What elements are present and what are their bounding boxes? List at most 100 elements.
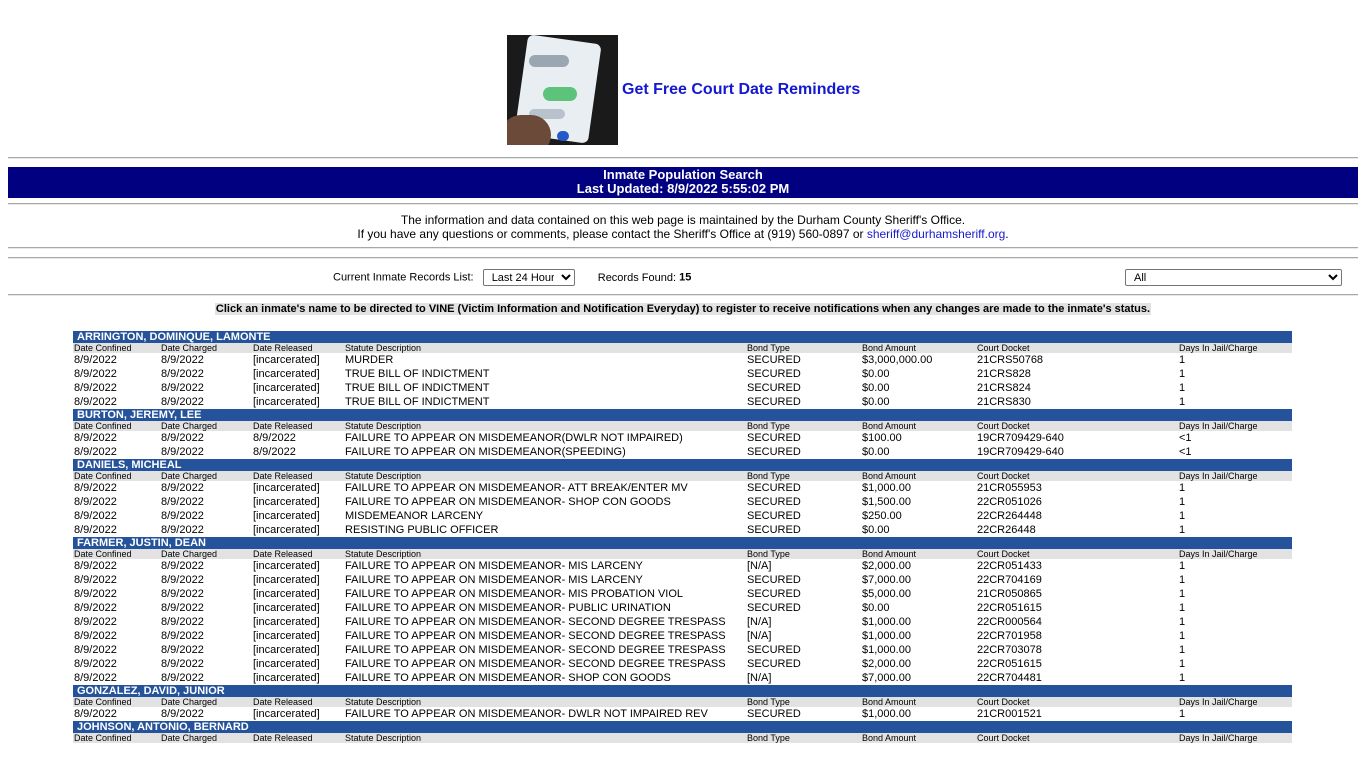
column-header-date-charged: Date Charged (161, 697, 218, 707)
bond-type: SECURED (747, 354, 801, 366)
column-header-statute-description: Statute Description (345, 733, 422, 743)
court-docket: 22CR051615 (977, 658, 1042, 670)
date-charged: 8/9/2022 (161, 382, 204, 394)
bond-type: [N/A] (747, 630, 772, 642)
days-in-jail: 1 (1179, 354, 1186, 366)
date-released: [incarcerated] (253, 482, 320, 494)
column-header-row: Date Confined Date Charged Date Released St… (73, 343, 1292, 353)
info-line-2: If you have any questions or comments, p… (357, 227, 1009, 241)
filter-select[interactable]: All (1125, 269, 1342, 286)
records-list-label: Current Inmate Records List: (333, 271, 474, 284)
date-charged: 8/9/2022 (161, 396, 204, 408)
statute-description: FAILURE TO APPEAR ON MISDEMEANOR- SHOP C… (345, 496, 671, 508)
inmate-name-link[interactable]: GONZALEZ, DAVID, JUNIOR (77, 685, 225, 697)
bond-type: [N/A] (747, 672, 772, 684)
charge-row: 8/9/2022 8/9/2022 [incarcerated] TRUE BILL … (73, 395, 1292, 409)
column-header-date-charged: Date Charged (161, 343, 218, 353)
court-docket: 21CR050865 (977, 588, 1042, 600)
records-list-select[interactable]: Last 24 Hours (482, 269, 575, 286)
date-charged: 8/9/2022 (161, 510, 204, 522)
bond-amount: $0.00 (862, 524, 890, 536)
date-charged: 8/9/2022 (161, 446, 204, 458)
vine-notice: Click an inmate's name to be directed to… (214, 303, 1152, 315)
bond-type: SECURED (747, 396, 801, 408)
inmate-name-link[interactable]: DANIELS, MICHEAL (77, 459, 182, 471)
column-header-court-docket: Court Docket (977, 343, 1030, 353)
date-confined: 8/9/2022 (74, 560, 117, 572)
court-docket: 21CR055953 (977, 482, 1042, 494)
column-header-date-charged: Date Charged (161, 471, 218, 481)
date-confined: 8/9/2022 (74, 644, 117, 656)
days-in-jail: 1 (1179, 510, 1186, 522)
inmate-name-row: BURTON, JEREMY, LEE (73, 409, 1292, 421)
inmate-name-link[interactable]: JOHNSON, ANTONIO, BERNARD (77, 721, 249, 733)
date-charged: 8/9/2022 (161, 630, 204, 642)
date-charged: 8/9/2022 (161, 432, 204, 444)
charge-row: 8/9/2022 8/9/2022 [incarcerated] FAILURE TO… (73, 671, 1292, 685)
bond-type: SECURED (747, 708, 801, 720)
date-charged: 8/9/2022 (161, 588, 204, 600)
date-charged: 8/9/2022 (161, 602, 204, 614)
date-confined: 8/9/2022 (74, 524, 117, 536)
charge-row: 8/9/2022 8/9/2022 [incarcerated] MURDER SECU… (73, 353, 1292, 367)
divider (8, 294, 1358, 296)
column-header-date-released: Date Released (253, 343, 313, 353)
statute-description: FAILURE TO APPEAR ON MISDEMEANOR- ATT BR… (345, 482, 688, 494)
court-reminder-link[interactable]: Get Free Court Date Reminders (622, 81, 860, 99)
days-in-jail: 1 (1179, 382, 1186, 394)
filter-control: All (1125, 269, 1342, 286)
bond-type: SECURED (747, 368, 801, 380)
date-charged: 8/9/2022 (161, 672, 204, 684)
divider (8, 157, 1358, 159)
column-header-date-released: Date Released (253, 549, 313, 559)
column-header-date-confined: Date Confined (74, 697, 132, 707)
email-link[interactable]: sheriff@durhamsheriff.org (867, 227, 1005, 241)
date-charged: 8/9/2022 (161, 574, 204, 586)
days-in-jail: 1 (1179, 560, 1186, 572)
date-released: [incarcerated] (253, 644, 320, 656)
inmate-name-row: DANIELS, MICHEAL (73, 459, 1292, 471)
bond-type: SECURED (747, 524, 801, 536)
info-text: The information and data contained on th… (8, 213, 1358, 241)
column-header-days-in-jail: Days In Jail/Charge (1179, 733, 1258, 743)
column-header-date-confined: Date Confined (74, 733, 132, 743)
column-header-date-confined: Date Confined (74, 343, 132, 353)
column-header-row: Date Confined Date Charged Date Released St… (73, 697, 1292, 707)
bond-type: [N/A] (747, 560, 772, 572)
phone-reminder-image[interactable] (507, 35, 618, 145)
statute-description: FAILURE TO APPEAR ON MISDEMEANOR(DWLR NO… (345, 432, 683, 444)
charge-row: 8/9/2022 8/9/2022 [incarcerated] FAILURE TO… (73, 707, 1292, 721)
column-header-row: Date Confined Date Charged Date Released St… (73, 421, 1292, 431)
date-released: [incarcerated] (253, 708, 320, 720)
date-confined: 8/9/2022 (74, 708, 117, 720)
statute-description: TRUE BILL OF INDICTMENT (345, 382, 490, 394)
court-docket: 19CR709429-640 (977, 446, 1064, 458)
days-in-jail: 1 (1179, 672, 1186, 684)
column-header-bond-amount: Bond Amount (862, 733, 917, 743)
date-released: 8/9/2022 (253, 432, 296, 444)
date-released: [incarcerated] (253, 524, 320, 536)
inmate-name-link[interactable]: ARRINGTON, DOMINQUE, LAMONTE (77, 331, 271, 343)
column-header-bond-type: Bond Type (747, 697, 790, 707)
inmate-name-row: GONZALEZ, DAVID, JUNIOR (73, 685, 1292, 697)
column-header-statute-description: Statute Description (345, 549, 422, 559)
bond-amount: $2,000.00 (862, 658, 911, 670)
charge-row: 8/9/2022 8/9/2022 [incarcerated] FAILURE TO… (73, 657, 1292, 671)
inmate-name-link[interactable]: BURTON, JEREMY, LEE (77, 409, 202, 421)
date-released: [incarcerated] (253, 630, 320, 642)
court-docket: 22CR703078 (977, 644, 1042, 656)
bond-amount: $100.00 (862, 432, 902, 444)
date-charged: 8/9/2022 (161, 560, 204, 572)
inmate-name-link[interactable]: FARMER, JUSTIN, DEAN (77, 537, 206, 549)
column-header-court-docket: Court Docket (977, 471, 1030, 481)
bond-amount: $5,000.00 (862, 588, 911, 600)
bond-amount: $1,000.00 (862, 644, 911, 656)
court-docket: 22CR26448 (977, 524, 1036, 536)
column-header-court-docket: Court Docket (977, 549, 1030, 559)
bond-amount: $0.00 (862, 602, 890, 614)
date-released: [incarcerated] (253, 616, 320, 628)
date-confined: 8/9/2022 (74, 446, 117, 458)
last-updated: Last Updated: 8/9/2022 5:55:02 PM (576, 181, 790, 196)
charge-row: 8/9/2022 8/9/2022 [incarcerated] TRUE BILL … (73, 367, 1292, 381)
date-released: [incarcerated] (253, 588, 320, 600)
